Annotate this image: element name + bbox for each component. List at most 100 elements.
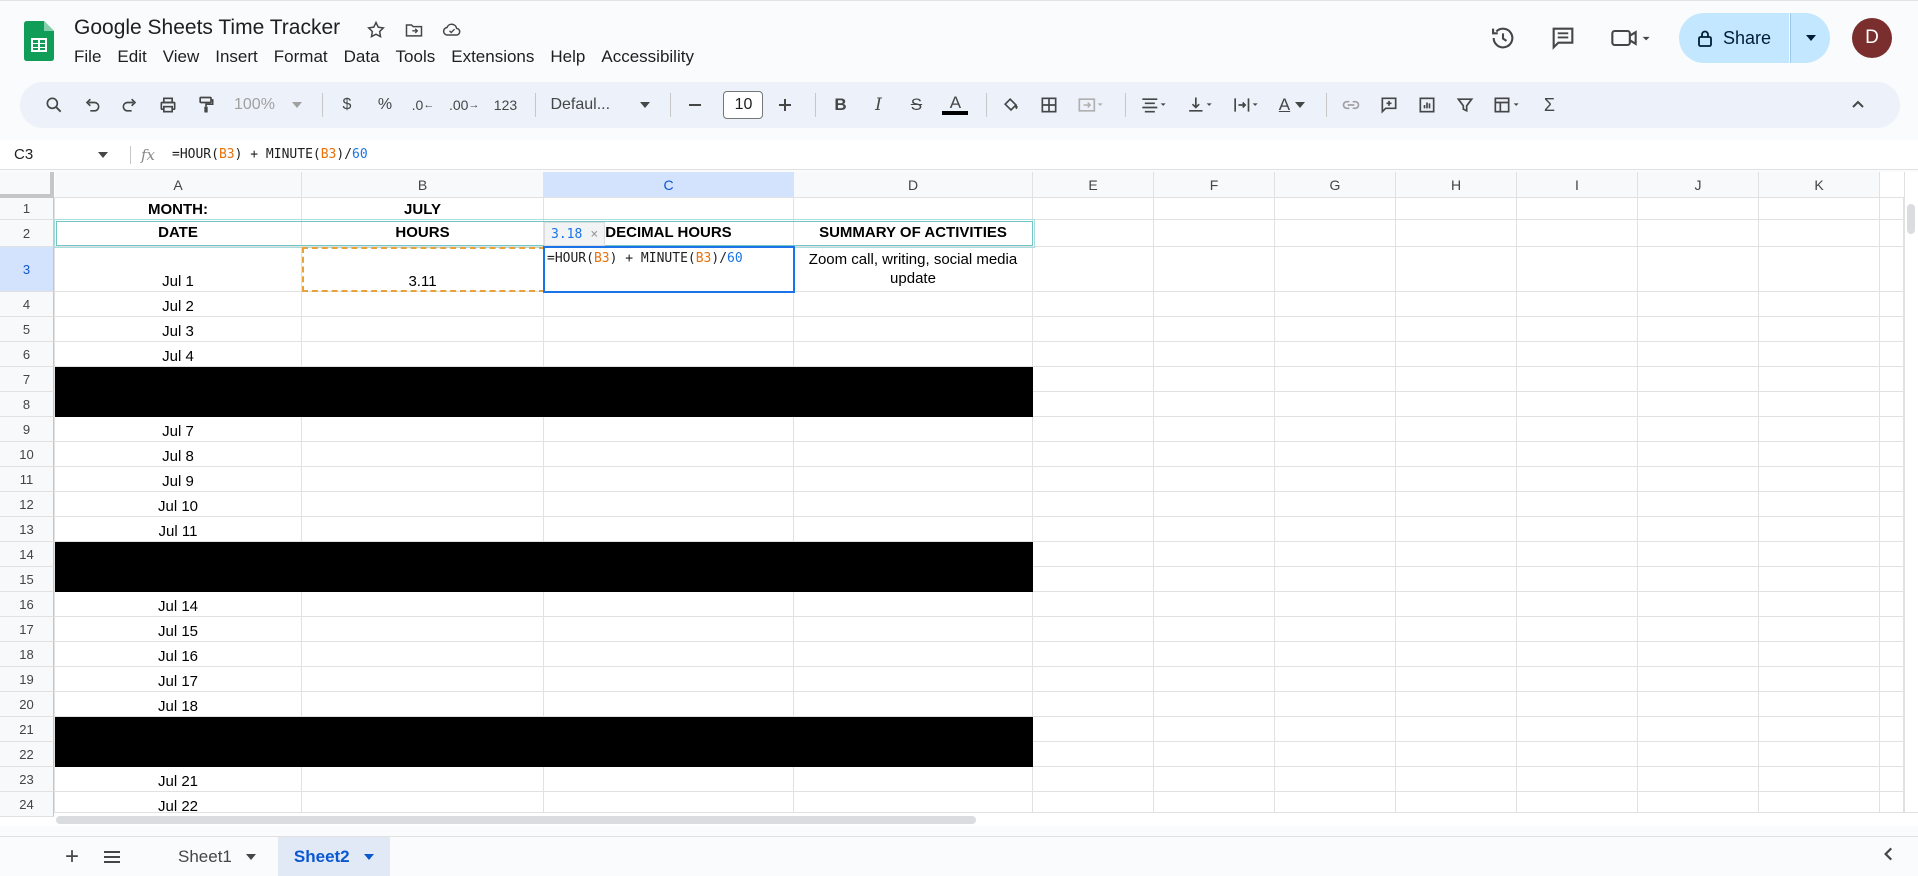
cloud-saved-icon[interactable] — [440, 18, 464, 42]
row-header-20[interactable]: 20 — [0, 692, 54, 717]
increase-font-size-icon[interactable] — [769, 89, 801, 121]
comments-icon[interactable] — [1543, 18, 1583, 58]
row-header-15[interactable]: 15 — [0, 567, 54, 592]
sheet-tab-sheet2[interactable]: Sheet2 — [277, 836, 390, 876]
insert-chart-icon[interactable] — [1411, 89, 1443, 121]
name-box[interactable]: C3 — [0, 140, 120, 169]
row-header-1[interactable]: 1 — [0, 198, 54, 220]
horizontal-scroll-thumb[interactable] — [56, 816, 976, 824]
more-formats-button[interactable]: 123 — [489, 89, 521, 121]
menu-tools[interactable]: Tools — [388, 46, 444, 68]
font-select[interactable]: Defaul... — [544, 89, 656, 121]
row-header-13[interactable]: 13 — [0, 517, 54, 542]
column-header-i[interactable]: I — [1517, 172, 1638, 198]
row-header-22[interactable]: 22 — [0, 742, 54, 767]
row-header-18[interactable]: 18 — [0, 642, 54, 667]
column-header-k[interactable]: K — [1759, 172, 1880, 198]
vertical-align-icon[interactable] — [1180, 89, 1220, 121]
fill-color-icon[interactable] — [995, 89, 1027, 121]
cell-a16[interactable]: Jul 14 — [55, 592, 302, 617]
row-header-24[interactable]: 24 — [0, 792, 54, 817]
italic-button[interactable]: I — [862, 89, 894, 121]
vertical-scroll-thumb[interactable] — [1907, 204, 1915, 234]
menu-edit[interactable]: Edit — [109, 46, 154, 68]
strikethrough-button[interactable]: S — [900, 89, 932, 121]
sheet-tab-sheet1[interactable]: Sheet1 — [162, 837, 272, 876]
menu-help[interactable]: Help — [542, 46, 593, 68]
share-button[interactable]: Share — [1679, 13, 1789, 63]
cell-d3[interactable]: Zoom call, writing, social media update — [794, 247, 1033, 292]
menu-format[interactable]: Format — [266, 46, 336, 68]
row-header-19[interactable]: 19 — [0, 667, 54, 692]
functions-button[interactable]: Σ — [1533, 89, 1565, 121]
zoom-select[interactable]: 100% — [228, 89, 308, 121]
format-percent-button[interactable]: % — [369, 89, 401, 121]
move-folder-icon[interactable] — [402, 18, 426, 42]
column-header-h[interactable]: H — [1396, 172, 1517, 198]
select-all-corner[interactable] — [0, 172, 54, 198]
filter-icon[interactable] — [1449, 89, 1481, 121]
cell-a6[interactable]: Jul 4 — [55, 342, 302, 367]
menu-accessibility[interactable]: Accessibility — [593, 46, 702, 68]
share-dropdown-button[interactable] — [1790, 13, 1830, 63]
cell-a1[interactable]: MONTH: — [55, 198, 302, 220]
cell-b1[interactable]: JULY — [302, 198, 544, 220]
formula-result-preview[interactable]: 3.18 × — [544, 222, 606, 246]
hide-menus-chevron-up-icon[interactable] — [1842, 89, 1874, 121]
version-history-icon[interactable] — [1483, 18, 1523, 58]
menu-data[interactable]: Data — [336, 46, 388, 68]
cell-a23[interactable]: Jul 21 — [55, 767, 302, 792]
search-menus-icon[interactable] — [38, 89, 70, 121]
cell-a4[interactable]: Jul 2 — [55, 292, 302, 317]
all-sheets-menu-icon[interactable] — [92, 839, 132, 875]
formula-input[interactable]: =HOUR(B3) + MINUTE(B3)/60 — [172, 147, 368, 162]
star-icon[interactable] — [364, 18, 388, 42]
cell-a20[interactable]: Jul 18 — [55, 692, 302, 717]
column-header-c[interactable]: C — [544, 172, 794, 198]
row-header-21[interactable]: 21 — [0, 717, 54, 742]
menu-extensions[interactable]: Extensions — [443, 46, 542, 68]
row-header-2[interactable]: 2 — [0, 220, 54, 247]
meet-icon[interactable] — [1603, 18, 1659, 58]
decrease-decimal-button[interactable]: .0 ← — [407, 89, 439, 121]
vertical-scrollbar[interactable] — [1904, 172, 1918, 826]
cell-a19[interactable]: Jul 17 — [55, 667, 302, 692]
menu-insert[interactable]: Insert — [207, 46, 266, 68]
column-header-j[interactable]: J — [1638, 172, 1759, 198]
text-color-button[interactable]: A — [938, 89, 972, 121]
text-rotation-icon[interactable]: A — [1272, 89, 1312, 121]
row-header-14[interactable]: 14 — [0, 542, 54, 567]
row-header-7[interactable]: 7 — [0, 367, 54, 392]
row-header-17[interactable]: 17 — [0, 617, 54, 642]
column-header-e[interactable]: E — [1033, 172, 1154, 198]
cell-a18[interactable]: Jul 16 — [55, 642, 302, 667]
active-cell-c3-editor[interactable]: =HOUR(B3) + MINUTE(B3)/60 — [543, 246, 795, 293]
row-header-11[interactable]: 11 — [0, 467, 54, 492]
paint-format-icon[interactable] — [190, 89, 222, 121]
row-header-12[interactable]: 12 — [0, 492, 54, 517]
cell-a9[interactable]: Jul 7 — [55, 417, 302, 442]
horizontal-align-icon[interactable] — [1134, 89, 1174, 121]
insert-comment-icon[interactable] — [1373, 89, 1405, 121]
insert-link-icon[interactable] — [1335, 89, 1367, 121]
increase-decimal-button[interactable]: .00 → — [445, 89, 483, 121]
row-header-10[interactable]: 10 — [0, 442, 54, 467]
menu-file[interactable]: File — [74, 46, 109, 68]
redo-icon[interactable] — [114, 89, 146, 121]
cell-a11[interactable]: Jul 9 — [55, 467, 302, 492]
menu-view[interactable]: View — [155, 46, 208, 68]
cell-a3[interactable]: Jul 1 — [55, 247, 302, 292]
row-header-9[interactable]: 9 — [0, 417, 54, 442]
close-preview-icon[interactable]: × — [590, 227, 598, 242]
sheets-logo-icon[interactable] — [24, 21, 54, 61]
column-header-d[interactable]: D — [794, 172, 1033, 198]
row-header-3[interactable]: 3 — [0, 247, 54, 292]
text-wrapping-icon[interactable] — [1226, 89, 1266, 121]
cell-a13[interactable]: Jul 11 — [55, 517, 302, 542]
column-header-b[interactable]: B — [302, 172, 544, 198]
column-header-f[interactable]: F — [1154, 172, 1275, 198]
cell-a2[interactable]: DATE — [55, 220, 302, 247]
cell-a10[interactable]: Jul 8 — [55, 442, 302, 467]
borders-icon[interactable] — [1033, 89, 1065, 121]
font-size-input[interactable]: 10 — [723, 91, 764, 119]
